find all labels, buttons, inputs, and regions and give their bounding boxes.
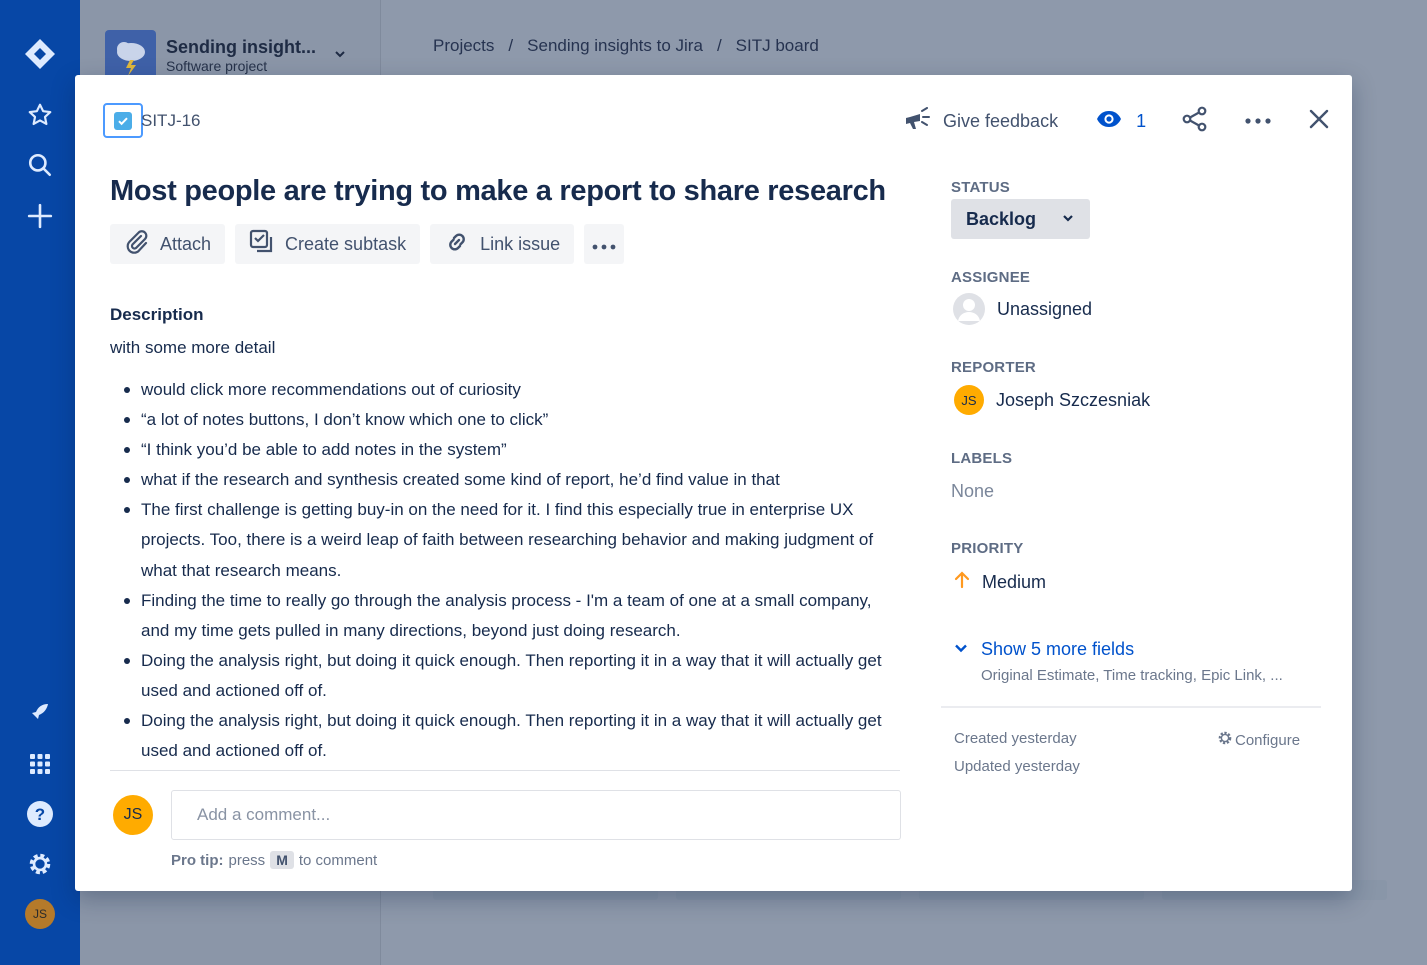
share-icon: [1182, 106, 1208, 137]
status-label: STATUS: [951, 179, 1010, 196]
breadcrumb-projects[interactable]: Projects: [433, 36, 494, 56]
hidden-fields-summary: Original Estimate, Time tracking, Epic L…: [981, 667, 1283, 684]
divider: [110, 770, 900, 771]
star-icon[interactable]: [20, 95, 60, 135]
project-type: Software project: [166, 58, 268, 74]
give-feedback-button[interactable]: Give feedback: [903, 106, 1059, 136]
pro-tip-suffix: to comment: [298, 851, 378, 869]
rocket-icon[interactable]: [20, 693, 60, 733]
more-issue-actions-button[interactable]: [584, 224, 625, 264]
paperclip-icon: [124, 229, 150, 260]
app-switcher-icon[interactable]: [20, 744, 60, 784]
svg-text:?: ?: [35, 805, 45, 824]
reporter-value: Joseph Szczesniak: [996, 389, 1151, 410]
breadcrumb-board[interactable]: SITJ board: [736, 36, 819, 56]
assignee-field[interactable]: Unassigned: [953, 293, 1092, 325]
pro-tip-press: press: [228, 851, 266, 869]
pro-tip-label: Pro tip:: [171, 851, 224, 869]
description-list[interactable]: would click more recommendations out of …: [123, 375, 883, 766]
configure-button[interactable]: Configure: [1217, 730, 1300, 750]
list-item: Doing the analysis right, but doing it q…: [123, 646, 883, 706]
watchers-count: 1: [1136, 110, 1147, 131]
project-name[interactable]: Sending insight...: [166, 37, 316, 58]
close-modal-button[interactable]: [1308, 108, 1330, 135]
list-item: what if the research and synthesis creat…: [123, 465, 883, 495]
commenter-avatar: JS: [113, 795, 153, 835]
issue-type-task-icon[interactable]: [103, 103, 143, 138]
modal-toolbar: Give feedback 1: [903, 105, 1330, 137]
chevron-down-icon: [954, 639, 968, 660]
keyboard-shortcut-key: M: [270, 851, 294, 869]
issue-action-bar: Attach Create subtask Link issue: [110, 224, 625, 264]
labels-value[interactable]: None: [951, 481, 994, 502]
search-icon[interactable]: [20, 145, 60, 185]
priority-value: Medium: [982, 572, 1047, 592]
divider: [941, 706, 1321, 708]
reporter-avatar: JS: [954, 385, 984, 415]
gear-icon: [1217, 730, 1233, 750]
reporter-field[interactable]: JS Joseph Szczesniak: [954, 385, 1150, 415]
issue-key-group: SITJ-16: [103, 103, 201, 138]
description-intro[interactable]: with some more detail: [110, 338, 275, 358]
assignee-label: ASSIGNEE: [951, 269, 1031, 286]
status-value: Backlog: [966, 208, 1037, 229]
breadcrumb: Projects / Sending insights to Jira / SI…: [433, 36, 819, 56]
configure-label: Configure: [1235, 731, 1301, 749]
breadcrumb-separator: /: [716, 36, 722, 55]
priority-field[interactable]: Medium: [954, 571, 1046, 594]
settings-gear-icon[interactable]: [20, 844, 60, 884]
description-heading: Description: [110, 305, 204, 324]
link-issue-button[interactable]: Link issue: [430, 224, 575, 264]
breadcrumb-project[interactable]: Sending insights to Jira: [527, 36, 703, 56]
link-issue-label: Link issue: [480, 233, 561, 254]
create-subtask-label: Create subtask: [285, 233, 407, 254]
give-feedback-label: Give feedback: [943, 110, 1059, 131]
eye-icon: [1096, 110, 1122, 133]
more-actions-button[interactable]: [1244, 112, 1272, 130]
megaphone-icon: [903, 106, 931, 136]
list-item: would click more recommendations out of …: [123, 375, 883, 405]
share-button[interactable]: [1182, 106, 1208, 137]
issue-modal: SITJ-16 Give feedback 1 Most people are …: [75, 75, 1352, 891]
list-item: Doing the analysis right, but doing it q…: [123, 706, 883, 766]
attach-button[interactable]: Attach: [110, 224, 226, 264]
created-timestamp: Created yesterday: [954, 730, 1077, 747]
assignee-value: Unassigned: [997, 298, 1093, 319]
priority-label: PRIORITY: [951, 540, 1024, 557]
updated-timestamp: Updated yesterday: [954, 758, 1080, 775]
issue-summary[interactable]: Most people are trying to make a report …: [110, 175, 886, 208]
reporter-label: REPORTER: [951, 359, 1036, 376]
watch-button[interactable]: 1: [1096, 110, 1146, 133]
close-icon: [1308, 108, 1330, 135]
chevron-down-icon: [1061, 209, 1075, 230]
labels-label: LABELS: [951, 450, 1013, 467]
create-plus-icon[interactable]: [20, 196, 60, 236]
more-horizontal-icon: [1244, 112, 1272, 130]
list-item: Finding the time to really go through th…: [123, 586, 883, 646]
show-more-fields-button[interactable]: Show 5 more fields: [954, 639, 1134, 660]
subtask-icon: [249, 229, 275, 260]
status-dropdown[interactable]: Backlog: [951, 199, 1090, 239]
priority-medium-arrow-icon: [954, 571, 970, 594]
create-subtask-button[interactable]: Create subtask: [235, 224, 421, 264]
user-avatar[interactable]: JS: [20, 894, 60, 934]
user-avatar-initials: JS: [25, 899, 55, 929]
project-avatar: [105, 30, 156, 81]
more-horizontal-icon: [592, 234, 616, 255]
issue-key-link[interactable]: SITJ-16: [141, 111, 201, 131]
pro-tip: Pro tip: press M to comment: [171, 851, 377, 869]
global-nav: ? JS: [0, 0, 80, 965]
comment-input[interactable]: [171, 790, 901, 840]
breadcrumb-separator: /: [508, 36, 514, 55]
jira-logo-icon[interactable]: [20, 34, 60, 74]
chevron-down-icon[interactable]: [332, 46, 348, 67]
unassigned-avatar-icon: [953, 293, 985, 325]
help-icon[interactable]: ?: [20, 794, 60, 834]
link-icon: [444, 229, 470, 260]
list-item: The first challenge is getting buy-in on…: [123, 495, 883, 585]
attach-label: Attach: [160, 233, 212, 254]
list-item: “I think you’d be able to add notes in t…: [123, 435, 883, 465]
list-item: “a lot of notes buttons, I don’t know wh…: [123, 405, 883, 435]
show-more-fields-label: Show 5 more fields: [981, 639, 1135, 659]
